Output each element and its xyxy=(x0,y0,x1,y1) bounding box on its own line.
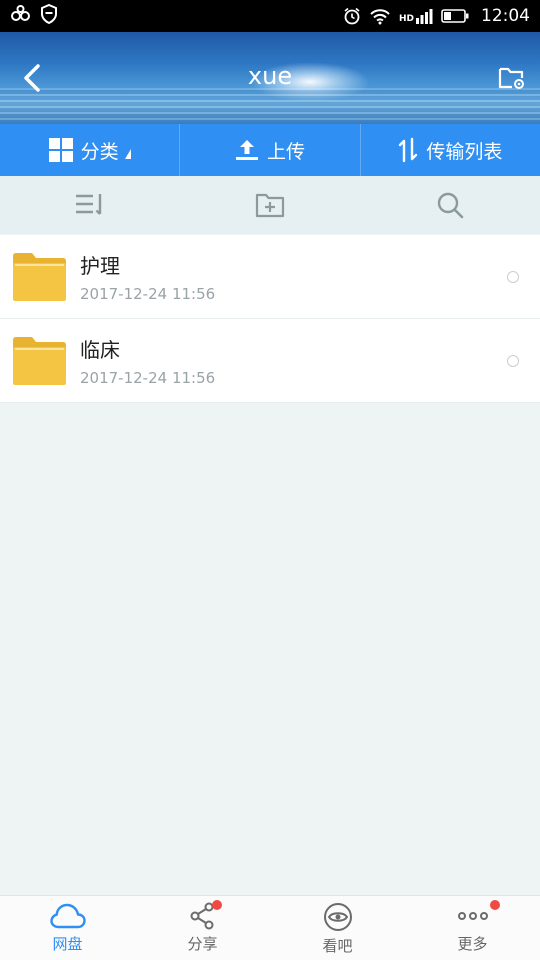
status-bar: HD 12:04 xyxy=(0,0,540,32)
share-badge xyxy=(212,900,222,910)
file-date: 2017-12-24 11:56 xyxy=(80,369,216,387)
shield-icon xyxy=(40,3,58,28)
file-name: 护理 xyxy=(80,254,120,278)
new-folder-button[interactable] xyxy=(180,176,360,234)
transfer-list-button[interactable]: 传输列表 xyxy=(361,124,540,176)
file-meta: 护理 2017-12-24 11:56 xyxy=(80,250,215,303)
nav-label: 看吧 xyxy=(322,937,353,955)
more-icon xyxy=(457,912,488,920)
transfer-icon xyxy=(399,137,418,163)
upload-label: 上传 xyxy=(266,140,305,163)
nav-tab-share[interactable]: 分享 xyxy=(135,896,270,960)
category-label: 分类 xyxy=(80,140,119,163)
select-radio[interactable] xyxy=(507,271,519,283)
more-badge xyxy=(490,900,500,910)
nav-tab-watch[interactable]: 看吧 xyxy=(270,896,405,960)
status-time: 12:04 xyxy=(481,6,530,26)
new-folder-icon xyxy=(255,193,285,218)
wifi-icon xyxy=(369,7,391,25)
file-date: 2017-12-24 11:56 xyxy=(80,285,216,303)
grid-icon xyxy=(48,138,73,162)
sort-icon xyxy=(76,194,102,215)
header: xue xyxy=(0,32,540,124)
folder-icon xyxy=(13,252,66,301)
search-icon xyxy=(437,192,464,219)
hd-signal-icon: HD xyxy=(399,8,433,24)
nav-label: 分享 xyxy=(187,935,218,953)
nav-tab-netdisk[interactable]: 网盘 xyxy=(0,896,135,960)
cloud-icon xyxy=(49,903,86,929)
list-item[interactable]: 临床 2017-12-24 11:56 xyxy=(0,319,540,403)
eye-icon xyxy=(323,903,352,931)
hd-label: HD xyxy=(398,14,414,24)
upload-icon xyxy=(235,140,258,160)
action-bar xyxy=(0,176,540,234)
nav-label: 网盘 xyxy=(52,935,83,953)
sort-button[interactable] xyxy=(0,176,180,234)
nav-tab-more[interactable]: 更多 xyxy=(405,896,540,960)
alarm-icon xyxy=(343,7,361,25)
select-radio[interactable] xyxy=(507,355,519,367)
folder-settings-icon xyxy=(498,67,524,89)
file-meta: 临床 2017-12-24 11:56 xyxy=(80,334,215,387)
file-list: 护理 2017-12-24 11:56 临床 2017-12-24 11:56 xyxy=(0,235,540,403)
list-item[interactable]: 护理 2017-12-24 11:56 xyxy=(0,235,540,319)
folder-icon xyxy=(13,336,66,385)
caret-down-icon xyxy=(124,149,131,159)
header-background-waves xyxy=(0,88,540,124)
folder-settings-button[interactable] xyxy=(494,60,530,96)
main-toolbar: 分类 上传 传输列表 xyxy=(0,124,540,176)
bottom-nav: 网盘 分享 看吧 更多 xyxy=(0,895,540,960)
transfer-list-label: 传输列表 xyxy=(426,140,503,163)
upload-button[interactable]: 上传 xyxy=(180,124,361,176)
search-button[interactable] xyxy=(360,176,540,234)
baidu-paw-icon xyxy=(10,5,32,27)
page-title: xue xyxy=(247,62,293,90)
battery-icon xyxy=(441,8,469,24)
nav-label: 更多 xyxy=(457,935,488,953)
category-button[interactable]: 分类 xyxy=(0,124,181,176)
file-name: 临床 xyxy=(80,338,120,362)
